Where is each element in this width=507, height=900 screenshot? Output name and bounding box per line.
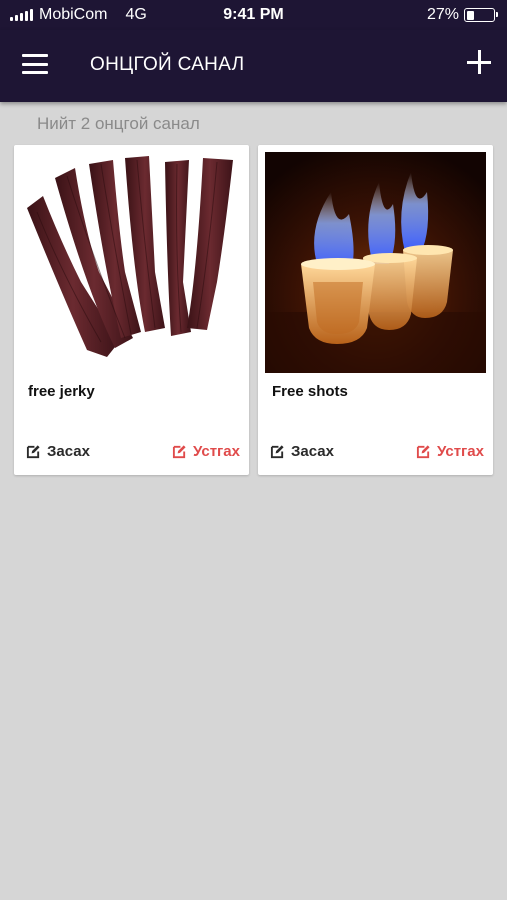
jerky-image: [21, 152, 242, 373]
battery-percent: 27%: [426, 6, 459, 23]
edit-icon: [26, 445, 40, 459]
delete-label: Устгах: [192, 443, 240, 460]
battery-icon: [464, 8, 498, 22]
offer-name: Free shots: [272, 383, 348, 400]
edit-icon: [172, 445, 186, 459]
plus-icon[interactable]: [467, 50, 491, 74]
offer-name: free jerky: [28, 383, 95, 400]
delete-label: Устгах: [436, 443, 484, 460]
offer-count: Нийт 2 онцгой санал: [37, 114, 200, 133]
page-title: ОНЦГОЙ САНАЛ: [90, 54, 245, 75]
edit-label: Засах: [47, 443, 90, 460]
edit-button[interactable]: Засах: [26, 443, 90, 460]
hamburger-menu-icon[interactable]: [22, 54, 48, 74]
edit-icon: [416, 445, 430, 459]
status-bar: MobiCom 4G 9:41 PM 27%: [0, 0, 507, 30]
flaming-shots-image: [265, 152, 486, 373]
edit-label: Засах: [291, 443, 334, 460]
app-bar: ОНЦГОЙ САНАЛ: [0, 30, 507, 102]
edit-button[interactable]: Засах: [270, 443, 334, 460]
offer-card[interactable]: free jerky Засах Устгах: [14, 145, 249, 475]
delete-button[interactable]: Устгах: [172, 443, 240, 460]
delete-button[interactable]: Устгах: [416, 443, 484, 460]
offer-card[interactable]: Free shots Засах Устгах: [258, 145, 493, 475]
edit-icon: [270, 445, 284, 459]
